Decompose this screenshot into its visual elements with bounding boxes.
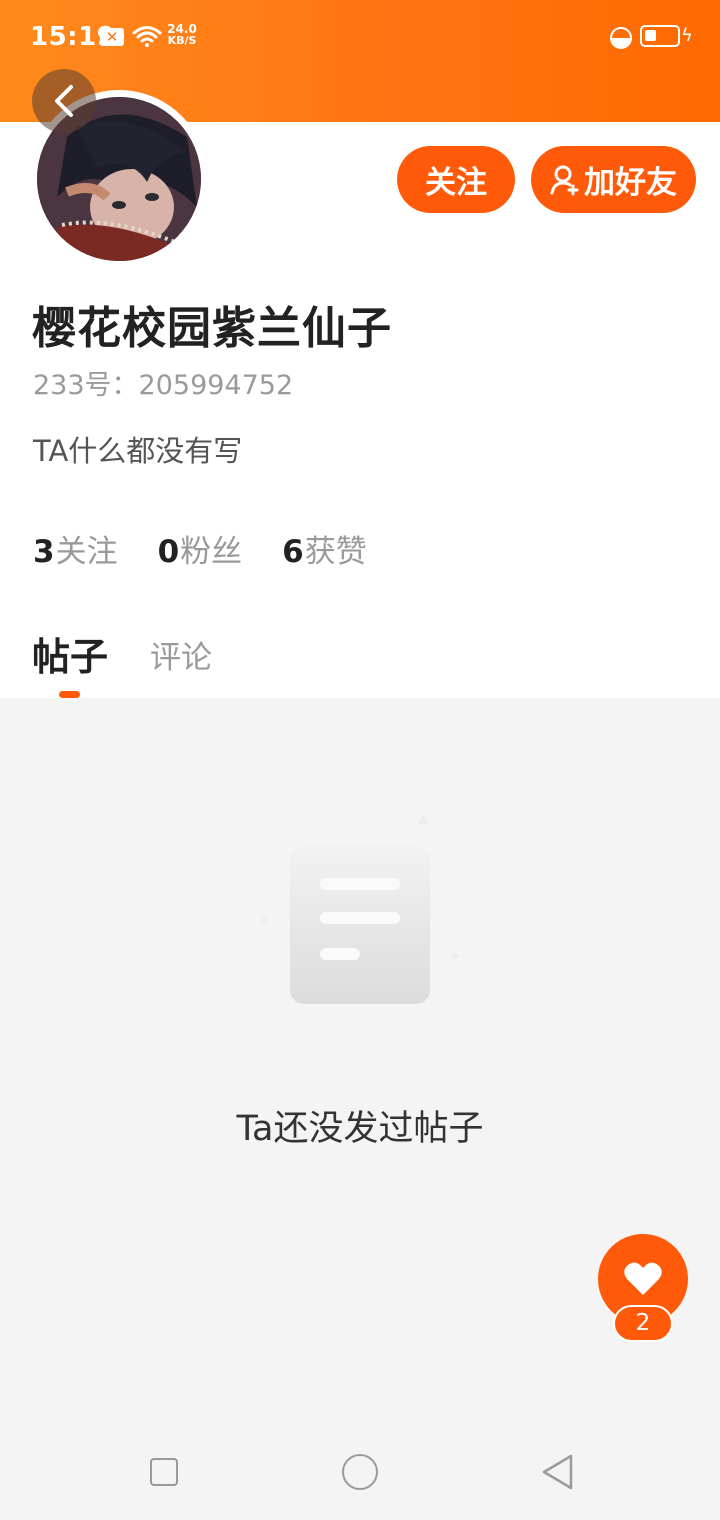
tab-comments[interactable]: 评论 — [150, 632, 212, 677]
network-speed-unit: KB/S — [167, 34, 197, 47]
home-button[interactable] — [342, 1454, 378, 1490]
stat-followers-label: 粉丝 — [180, 534, 243, 570]
document-icon — [262, 814, 458, 1004]
wifi-icon — [132, 26, 162, 47]
username: 樱花校园紫兰仙子 — [32, 303, 392, 354]
follow-button-label: 关注 — [425, 165, 487, 201]
add-friend-button-label: 加好友 — [584, 165, 677, 201]
status-bar: 15:19 ✕ 24.0 KB/S ϟ — [0, 0, 720, 74]
stat-followers-value: 0 — [157, 534, 180, 570]
empty-state-message: Ta还没发过帖子 — [236, 1109, 484, 1149]
stat-likes-label: 获赞 — [304, 534, 367, 570]
recents-button[interactable] — [150, 1458, 178, 1486]
stat-followers[interactable]: 0粉丝 — [158, 526, 243, 571]
tab-active-indicator — [59, 691, 80, 698]
battery-icon — [640, 25, 680, 47]
tab-posts[interactable]: 帖子 — [32, 626, 108, 681]
like-count-badge: 2 — [613, 1305, 673, 1342]
data-saver-icon — [610, 27, 632, 49]
nav-back-button[interactable] — [540, 1453, 574, 1491]
network-speed: 24.0 KB/S — [165, 23, 199, 47]
battery-level-fill — [645, 30, 656, 41]
follow-button[interactable]: 关注 — [397, 146, 515, 213]
user-id: 233号：205994752 — [33, 370, 294, 401]
stat-following[interactable]: 3关注 — [33, 526, 118, 571]
chevron-left-icon — [55, 85, 73, 117]
stat-likes[interactable]: 6获赞 — [282, 526, 367, 571]
heart-icon — [624, 1262, 662, 1295]
charging-bolt-icon: ϟ — [681, 25, 693, 46]
back-button[interactable] — [32, 69, 96, 133]
close-box-icon: ✕ — [100, 28, 124, 46]
stat-likes-value: 6 — [282, 534, 304, 570]
user-bio: TA什么都没有写 — [33, 434, 243, 468]
add-user-icon — [550, 165, 579, 195]
profile-stats: 3关注 0粉丝 6获赞 — [33, 526, 367, 571]
stat-following-value: 3 — [33, 534, 55, 570]
add-friend-button[interactable]: 加好友 — [531, 146, 696, 213]
stat-following-label: 关注 — [55, 534, 118, 570]
